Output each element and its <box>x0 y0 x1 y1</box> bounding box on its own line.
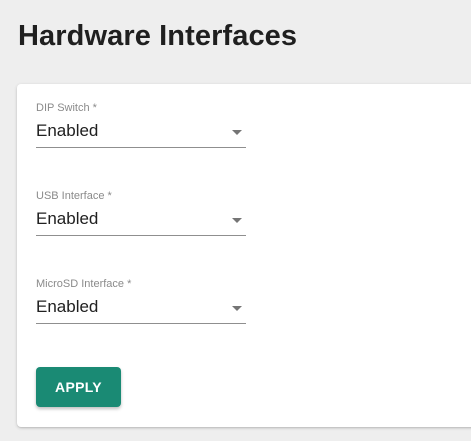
hardware-interfaces-card: DIP Switch * Enabled USB Interface * Ena… <box>17 84 471 427</box>
microsd-interface-value: Enabled <box>36 297 99 316</box>
usb-interface-label: USB Interface * <box>36 190 112 202</box>
microsd-interface-select[interactable]: Enabled <box>36 295 246 324</box>
dip-switch-select[interactable]: Enabled <box>36 119 246 148</box>
chevron-down-icon[interactable] <box>232 306 242 311</box>
chevron-down-icon[interactable] <box>232 130 242 135</box>
usb-interface-select[interactable]: Enabled <box>36 207 246 236</box>
page-title: Hardware Interfaces <box>18 20 298 52</box>
dip-switch-label: DIP Switch * <box>36 102 97 114</box>
usb-interface-value: Enabled <box>36 209 99 228</box>
chevron-down-icon[interactable] <box>232 218 242 223</box>
microsd-interface-label: MicroSD Interface * <box>36 278 132 290</box>
apply-button[interactable]: APPLY <box>36 367 121 407</box>
dip-switch-value: Enabled <box>36 121 99 140</box>
